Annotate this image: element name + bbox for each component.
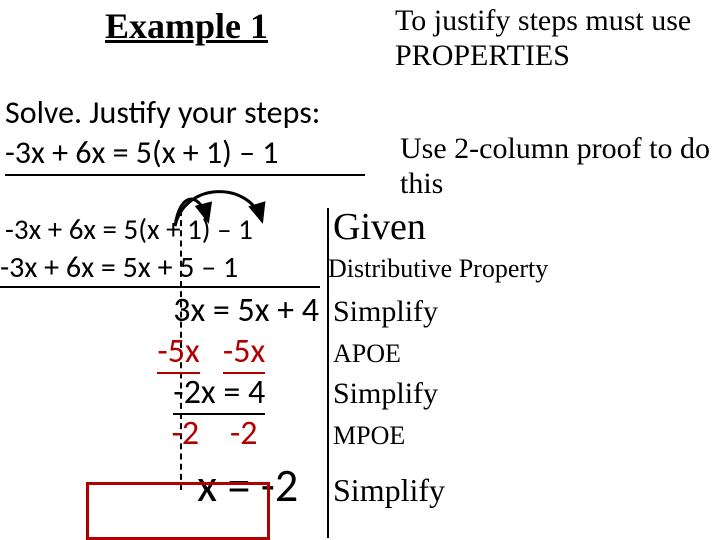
proof-step: -2 -2 [0, 413, 325, 454]
proof-reason: Given [325, 205, 426, 249]
proof-reason: APOE [325, 339, 401, 369]
proof-row: -2x = 4 Simplify [0, 372, 700, 413]
proof-step: -3x + 6x = 5x + 5 – 1 [0, 249, 320, 288]
proof-reason: Simplify [325, 295, 438, 329]
problem-equation: -3x + 6x = 5(x + 1) – 1 [5, 133, 365, 176]
divide-term: -2 [171, 413, 199, 454]
subtract-term: -5x [223, 331, 265, 374]
note-two-column: Use 2-column proof to do this [400, 132, 720, 201]
proof-reason: Distributive Property [320, 254, 548, 284]
proof-reason: Simplify [325, 472, 445, 509]
proof-reason: Simplify [325, 377, 438, 411]
proof-step: -3x + 6x = 5(x + 1) – 1 [0, 211, 325, 247]
proof-row: x = -2 Simplify [0, 458, 700, 514]
proof-row: -2 -2 MPOE [0, 413, 700, 454]
proof-reason: MPOE [325, 421, 405, 451]
proof-row: 3x = 5x + 4 Simplify [0, 290, 700, 331]
answer-text: x = -2 [197, 458, 298, 514]
proof-row: -3x + 6x = 5(x + 1) – 1 Given [0, 205, 700, 249]
subtract-term: -5x [157, 331, 199, 374]
divide-term: -2 [230, 413, 258, 454]
two-column-proof: -3x + 6x = 5(x + 1) – 1 Given -3x + 6x =… [0, 205, 700, 514]
proof-step: -2x = 4 [0, 372, 325, 413]
proof-row: -5x -5x APOE [0, 331, 700, 372]
proof-step: 3x = 5x + 4 [0, 290, 325, 331]
instruction-text: Solve. Justify your steps: [5, 93, 320, 132]
proof-step-answer: x = -2 [0, 458, 325, 514]
proof-step: -5x -5x [0, 331, 325, 372]
proof-row: -3x + 6x = 5x + 5 – 1 Distributive Prope… [0, 249, 700, 288]
equation-text: -2x = 4 [173, 372, 265, 415]
example-title: Example 1 [105, 5, 268, 47]
note-justify-steps: To justify steps must use PROPERTIES [395, 4, 720, 73]
